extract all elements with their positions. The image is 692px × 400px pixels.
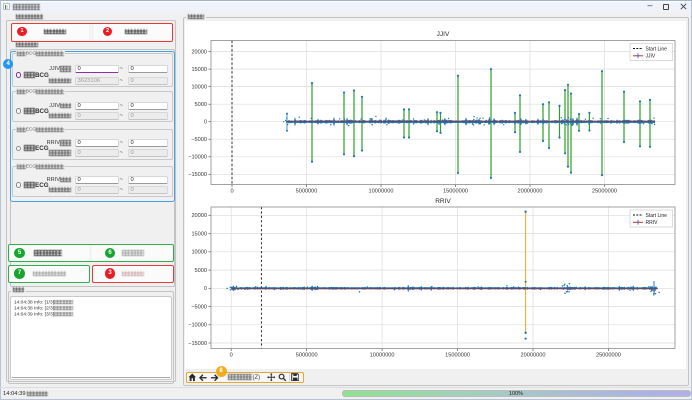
svg-text:15000: 15000 xyxy=(191,67,207,73)
svg-text:0: 0 xyxy=(230,353,233,359)
svg-text:0: 0 xyxy=(204,286,207,292)
svg-text:−15000: −15000 xyxy=(188,341,207,347)
svg-text:JJIV: JJIV xyxy=(646,54,656,60)
svg-text:RRIV: RRIV xyxy=(646,220,659,226)
svg-text:Start Line: Start Line xyxy=(646,46,668,52)
svg-text:20000: 20000 xyxy=(191,213,207,219)
svg-text:−5000: −5000 xyxy=(191,304,207,310)
svg-text:−10000: −10000 xyxy=(188,323,207,329)
svg-text:5000: 5000 xyxy=(195,268,207,274)
svg-text:20000000: 20000000 xyxy=(518,189,543,195)
svg-text:JJIV: JJIV xyxy=(437,31,450,38)
svg-text:15000000: 15000000 xyxy=(445,353,470,359)
svg-text:20000000: 20000000 xyxy=(521,353,546,359)
svg-text:−15000: −15000 xyxy=(188,172,207,178)
svg-text:15000: 15000 xyxy=(191,231,207,237)
svg-text:10000000: 10000000 xyxy=(369,189,394,195)
svg-text:10000: 10000 xyxy=(191,84,207,90)
svg-text:0: 0 xyxy=(230,189,233,195)
svg-text:RRIV: RRIV xyxy=(435,198,451,205)
svg-text:5000: 5000 xyxy=(195,102,207,108)
svg-text:−5000: −5000 xyxy=(191,137,207,143)
svg-text:25000000: 25000000 xyxy=(592,189,617,195)
svg-text:25000000: 25000000 xyxy=(596,353,621,359)
svg-text:0: 0 xyxy=(204,120,207,126)
svg-text:−10000: −10000 xyxy=(188,155,207,161)
svg-text:10000000: 10000000 xyxy=(370,353,395,359)
svg-text:15000000: 15000000 xyxy=(443,189,468,195)
svg-text:5000000: 5000000 xyxy=(296,189,318,195)
svg-text:20000: 20000 xyxy=(191,49,207,55)
svg-text:10000: 10000 xyxy=(191,250,207,256)
svg-text:5000000: 5000000 xyxy=(296,353,318,359)
svg-text:Start Line: Start Line xyxy=(646,213,668,219)
